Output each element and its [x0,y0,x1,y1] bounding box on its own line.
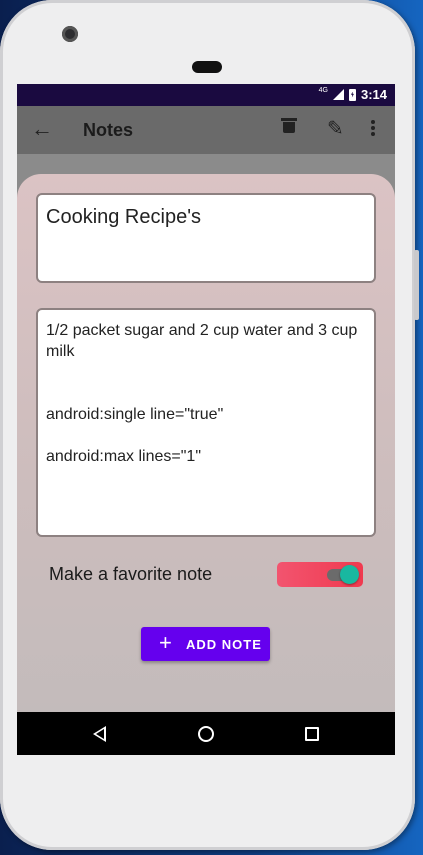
overflow-menu-icon[interactable] [371,120,375,138]
note-title-input[interactable]: Cooking Recipe's [36,193,376,283]
nav-home-icon[interactable] [198,726,214,742]
add-note-label: ADD NOTE [186,637,262,652]
front-camera [62,26,78,42]
favorite-switch[interactable] [277,562,363,587]
switch-knob [340,565,359,584]
earpiece-speaker [192,61,222,73]
phone-frame: 4G 3:14 ← Notes ✎ Cooking Recipe's 1/2 p… [0,0,419,850]
app-bar: ← Notes ✎ [17,106,395,154]
add-note-button[interactable]: + ADD NOTE [141,627,270,661]
plus-icon: + [159,630,172,655]
nav-recents-icon[interactable] [305,727,319,741]
add-note-sheet: Cooking Recipe's 1/2 packet sugar and 2 … [17,174,395,714]
favorite-label: Make a favorite note [49,564,213,584]
app-bar-title: Notes [83,120,134,140]
battery-charging-icon [348,88,356,101]
back-arrow-icon[interactable]: ← [31,116,53,142]
nav-back-icon[interactable] [93,726,106,742]
note-title-value: Cooking Recipe's [46,206,202,228]
note-body-input[interactable]: 1/2 packet sugar and 2 cup water and 3 c… [36,308,376,537]
note-body-value: 1/2 packet sugar and 2 cup water and 3 c… [46,322,358,465]
status-time: 3:14 [360,87,387,102]
pencil-icon[interactable]: ✎ [327,116,344,141]
power-button [414,250,419,320]
signal-icon [332,89,344,100]
network-type: 4G [318,87,328,94]
status-bar: 4G 3:14 [17,84,395,106]
system-nav-bar [17,712,395,755]
device-screen: 4G 3:14 ← Notes ✎ Cooking Recipe's 1/2 p… [17,84,395,755]
trash-icon[interactable] [281,118,297,133]
